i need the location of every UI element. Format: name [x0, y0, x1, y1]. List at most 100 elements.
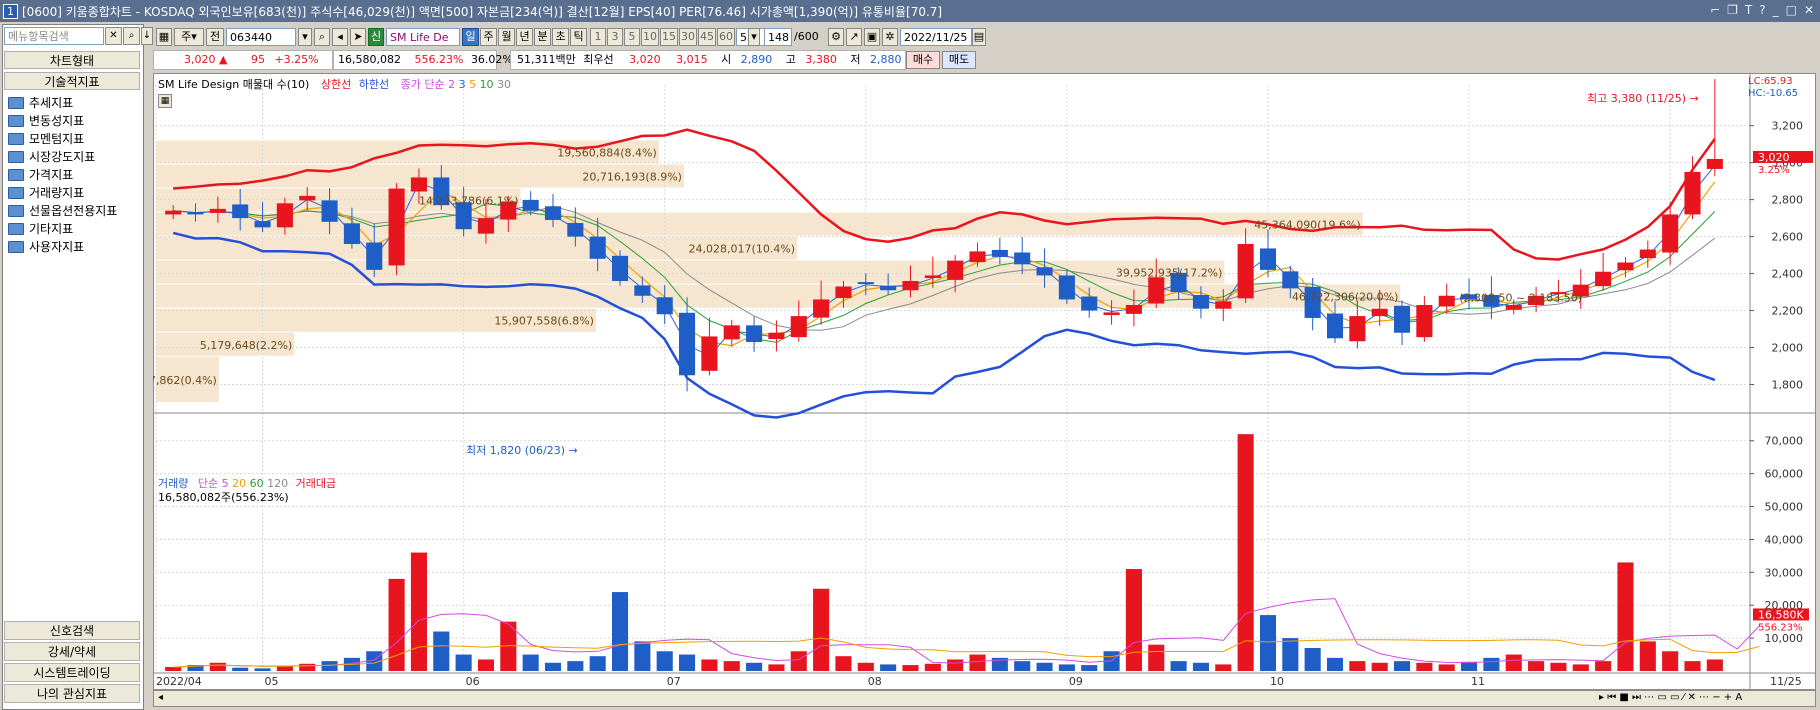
- clear-search-icon[interactable]: ✕: [105, 27, 122, 45]
- tree-item-futures-options[interactable]: 선물옵션전용지표: [8, 202, 117, 220]
- minute-5[interactable]: 5: [624, 28, 640, 46]
- date-input[interactable]: 2022/11/25: [900, 28, 972, 46]
- price-tick-label: 2,000: [1772, 342, 1804, 355]
- candle-body: [1192, 295, 1209, 309]
- stock-code-input[interactable]: 063440: [226, 28, 296, 46]
- legend-lower[interactable]: 하한선: [359, 78, 389, 91]
- search-icon[interactable]: ⌕: [314, 28, 330, 46]
- chart-scrollbar[interactable]: ◂ ▸ ⏮ ■ ⏭ ⋯ ▭ ▭ ⁄ ✕ ⋯ − + A: [153, 690, 1816, 707]
- tree-item-market-strength[interactable]: 시장강도지표: [8, 148, 117, 166]
- draw-icon[interactable]: ↗: [846, 28, 862, 46]
- count-input[interactable]: 148: [764, 28, 792, 46]
- tree-item-trend[interactable]: 추세지표: [8, 94, 117, 112]
- scroll-left-icon[interactable]: ◂: [158, 692, 163, 703]
- candle-body: [1438, 295, 1455, 307]
- tree-item-volatility[interactable]: 변동성지표: [8, 112, 117, 130]
- tab-tick[interactable]: 틱: [570, 28, 587, 46]
- link-icon[interactable]: ⌐: [1710, 3, 1720, 17]
- tree-item-price[interactable]: 가격지표: [8, 166, 117, 184]
- volume-tick-label: 10,000: [1765, 632, 1804, 645]
- help-icon[interactable]: ?: [1759, 3, 1765, 17]
- date-tick-label: 06: [466, 675, 480, 688]
- minute-dropdown-icon[interactable]: ▾: [748, 28, 760, 46]
- code-dropdown-icon[interactable]: ▾: [298, 28, 312, 46]
- minute-60[interactable]: 60: [717, 28, 735, 46]
- minute-45[interactable]: 45: [698, 28, 716, 46]
- date-tick-label: 11/25: [1770, 675, 1802, 688]
- prev-button[interactable]: 전: [206, 28, 224, 46]
- tab-second[interactable]: 초: [552, 28, 569, 46]
- volume-bar: [1595, 661, 1612, 671]
- search-icon[interactable]: ⌕: [123, 27, 140, 45]
- volume-bar: [1416, 662, 1433, 671]
- maximize-icon[interactable]: □: [1786, 3, 1797, 17]
- minute-30[interactable]: 30: [679, 28, 697, 46]
- tab-month[interactable]: 월: [498, 28, 515, 46]
- chart-svg[interactable]: 1,8002,0002,2002,4002,6002,8003,0003,200…: [153, 73, 1816, 690]
- candle-body: [544, 206, 562, 220]
- price-legend: SM Life Design 매물대 수(10) 상한선 하한선 종가 단순 2…: [158, 76, 511, 92]
- volume-bar: [1282, 638, 1299, 671]
- high-annotation: 최고 3,380 (11/25) →: [1587, 92, 1699, 105]
- system-trading-button[interactable]: 시스템트레이딩: [4, 663, 140, 682]
- candle-body: [1684, 171, 1701, 215]
- tree-item-user[interactable]: 사용자지표: [8, 238, 117, 256]
- legend-close-ma[interactable]: 종가 단순: [401, 78, 445, 91]
- volume-bar: [1036, 662, 1053, 671]
- minimize-icon[interactable]: _: [1773, 3, 1779, 17]
- sell-button[interactable]: 매도: [942, 51, 976, 69]
- buy-button[interactable]: 매수: [906, 51, 940, 69]
- candle-body: [1282, 271, 1299, 289]
- section-chart-type[interactable]: 차트형태: [4, 51, 140, 69]
- best-quote-label: 최우선: [583, 53, 614, 66]
- candle-body: [611, 255, 629, 281]
- legend-amount[interactable]: 거래대금: [296, 477, 336, 490]
- minute-3[interactable]: 3: [607, 28, 623, 46]
- chart-grid-icon[interactable]: ▦: [158, 94, 172, 108]
- menu-search-input[interactable]: 메뉴항목검색: [4, 27, 104, 45]
- section-technical-indicators[interactable]: 기술적지표: [4, 72, 140, 90]
- volume-bar: [544, 662, 562, 671]
- speaker-icon[interactable]: ◂: [332, 28, 348, 46]
- volume-bar: [1349, 661, 1366, 671]
- play-controls[interactable]: ▸ ⏮ ■ ⏭ ⋯ ▭ ▭ ⁄ ✕ ⋯ − + A: [1599, 692, 1742, 703]
- period-unit-select[interactable]: 주▾: [174, 28, 204, 46]
- tab-minute[interactable]: 분: [534, 28, 551, 46]
- font-icon[interactable]: T: [1745, 3, 1752, 17]
- copy-icon[interactable]: ❐: [1727, 3, 1738, 17]
- strength-weakness-button[interactable]: 강세/약세: [4, 642, 140, 661]
- layout-icon[interactable]: ▦: [156, 28, 172, 46]
- candle-body: [1125, 305, 1142, 314]
- my-indicators-button[interactable]: 나의 관심지표: [4, 684, 140, 703]
- candle-body: [1595, 271, 1612, 287]
- gear-icon[interactable]: ✲: [882, 28, 898, 46]
- minute-1[interactable]: 1: [590, 28, 606, 46]
- volume-tick-label: 30,000: [1765, 566, 1804, 579]
- candle-body: [589, 236, 606, 259]
- profile-label: 45,364,090(19.6%): [1254, 219, 1361, 232]
- low-annotation: 최저 1,820 (06/23) →: [466, 444, 578, 457]
- calendar-icon[interactable]: ▤: [972, 28, 986, 46]
- close-icon[interactable]: ✕: [1804, 3, 1814, 17]
- settings-icon[interactable]: ⚙: [828, 28, 844, 46]
- legend-upper[interactable]: 상한선: [321, 78, 351, 91]
- minute-15[interactable]: 15: [660, 28, 678, 46]
- tree-item-momentum[interactable]: 모멘텀지표: [8, 130, 117, 148]
- minute-10[interactable]: 10: [641, 28, 659, 46]
- tree-item-other[interactable]: 기타지표: [8, 220, 117, 238]
- arrow-icon[interactable]: ➤: [350, 28, 366, 46]
- down-icon[interactable]: ↓: [141, 27, 153, 45]
- volume-bar: [813, 588, 830, 671]
- candle-body: [1237, 244, 1254, 299]
- tab-day[interactable]: 일: [462, 28, 479, 46]
- volume-bar: [701, 659, 718, 671]
- volume-bar: [1304, 647, 1321, 671]
- candle-body: [991, 249, 1008, 257]
- tree-item-volume[interactable]: 거래량지표: [8, 184, 117, 202]
- tab-year[interactable]: 년: [516, 28, 533, 46]
- bid-price: 3,015: [676, 53, 708, 66]
- signal-search-button[interactable]: 신호검색: [4, 621, 140, 640]
- date-tick-label: 07: [667, 675, 681, 688]
- save-icon[interactable]: ▣: [864, 28, 880, 46]
- tab-week[interactable]: 주: [480, 28, 497, 46]
